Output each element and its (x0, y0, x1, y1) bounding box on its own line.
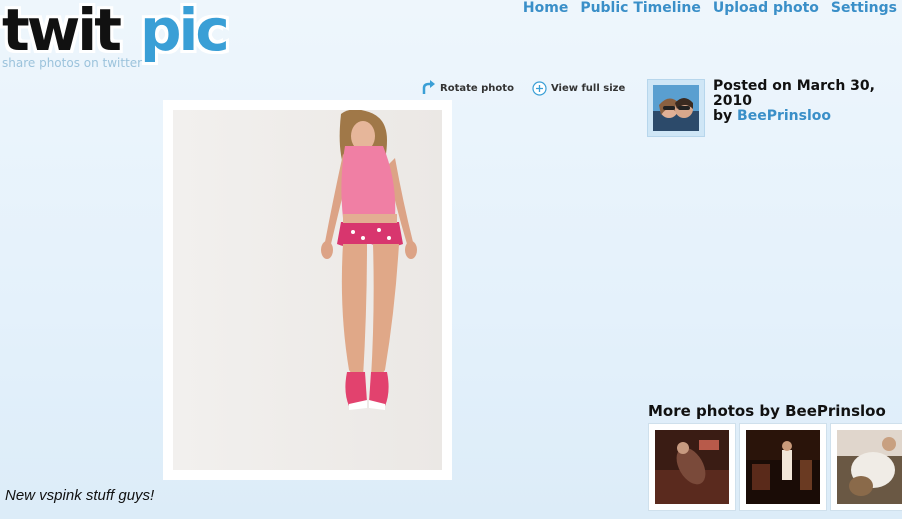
posted-date: Posted on March 30, 2010 (713, 78, 875, 109)
view-full-size-button[interactable]: View full size (532, 80, 625, 96)
plus-circle-icon (532, 80, 547, 96)
rotate-photo-label: Rotate photo (440, 82, 514, 94)
posted-by: by BeePrinsloo (713, 109, 902, 124)
poster-avatar-frame[interactable] (647, 79, 705, 137)
more-photos-title: More photos by BeePrinsloo (648, 402, 886, 420)
thumb-image-1 (655, 430, 729, 504)
more-photo-thumb-3[interactable] (830, 423, 902, 511)
logo-tagline: share photos on twitter (2, 56, 143, 70)
logo-pic-text: pic (140, 0, 230, 64)
twitpic-logo[interactable]: twit pic share photos on twitter (2, 0, 232, 76)
nav-upload-photo-link[interactable]: Upload photo (713, 0, 819, 16)
thumb-image-2 (746, 430, 820, 504)
posted-info: Posted on March 30, 2010 by BeePrinsloo (713, 79, 902, 124)
rotate-photo-button[interactable]: Rotate photo (420, 80, 514, 96)
photo-frame (163, 100, 452, 480)
nav-public-timeline-link[interactable]: Public Timeline (580, 0, 701, 16)
main-photo-image (321, 110, 417, 410)
nav-settings-link[interactable]: Settings (831, 0, 897, 16)
main-photo[interactable] (173, 110, 442, 470)
avatar (653, 85, 699, 131)
view-full-size-label: View full size (550, 82, 626, 94)
poster-username-link[interactable]: BeePrinsloo (737, 108, 831, 124)
photo-tools: Rotate photo View full size (420, 80, 625, 96)
more-photo-thumb-1[interactable] (648, 423, 736, 511)
photo-caption: New vspink stuff guys! (5, 487, 155, 504)
rotate-arrow-icon (420, 80, 436, 96)
top-nav: Home Public Timeline Upload photo Settin… (523, 0, 897, 16)
by-label: by (713, 108, 738, 124)
more-photo-thumb-2[interactable] (739, 423, 827, 511)
logo-twit-text: twit (2, 0, 122, 64)
thumb-image-3 (837, 430, 902, 504)
nav-home-link[interactable]: Home (523, 0, 568, 16)
